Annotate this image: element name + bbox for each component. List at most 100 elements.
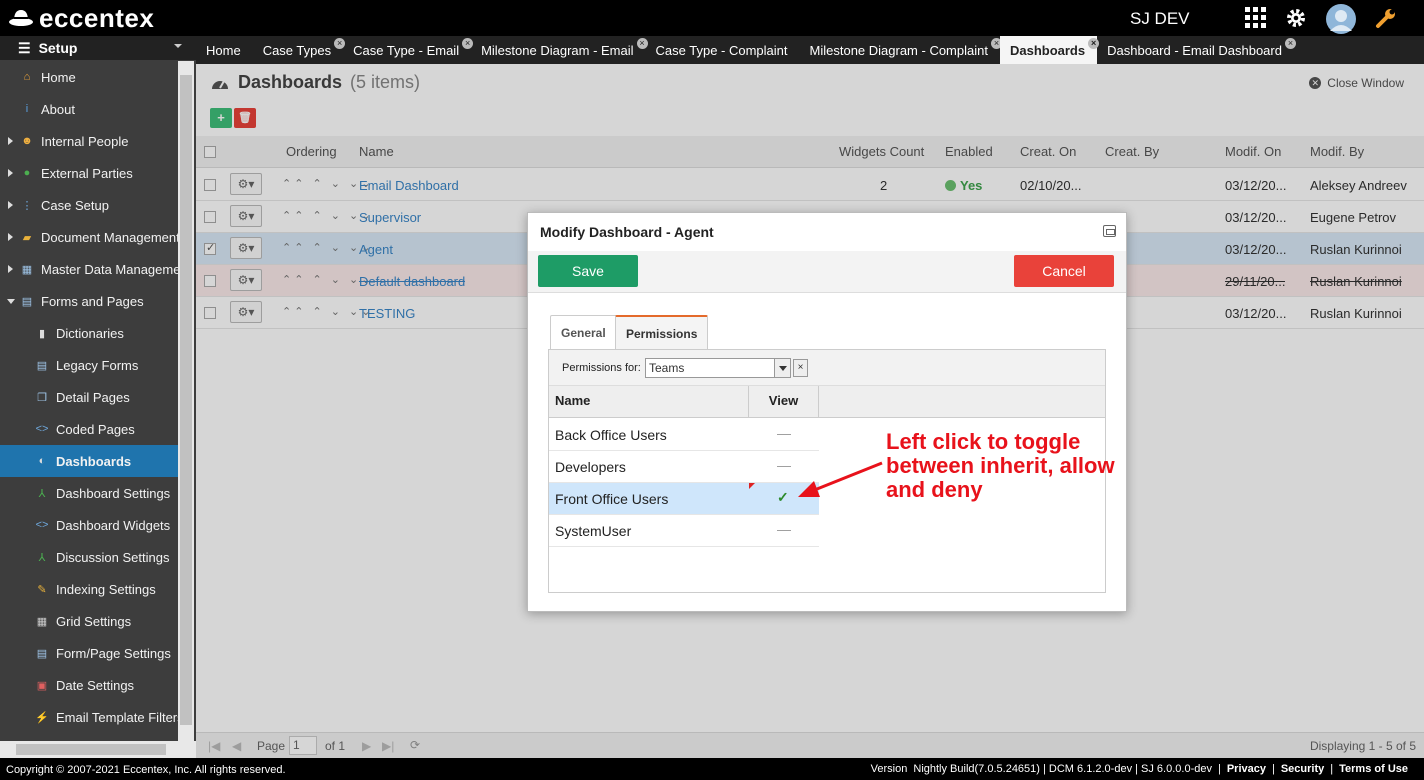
sidebar-item-master-data-management[interactable]: ▦ Master Data Management [0,253,178,285]
table-icon: ▦ [21,263,33,276]
sidebar-item-label: Legacy Forms [56,357,139,373]
clear-icon[interactable]: × [793,359,808,377]
tab-dashboards[interactable]: Dashboards × [999,36,1100,64]
tab-bar: Home Case Types × Case Type - Email × Milesto… [196,36,1424,64]
index-icon: ✎ [37,583,47,596]
chevron-down-icon[interactable] [774,359,790,377]
collapsed-arrow-icon[interactable] [8,201,13,209]
sidebar-item-dashboard-widgets[interactable]: <> Dashboard Widgets [0,509,178,541]
settings-tree-icon: ⅄ [38,551,46,564]
sidebar-item-dashboard-settings[interactable]: ⅄ Dashboard Settings [0,477,178,509]
sidebar-item-about[interactable]: i About [0,93,178,125]
form-icon: ▤ [36,647,48,660]
save-button[interactable]: Save [538,255,638,287]
user-name[interactable]: SJ DEV [1130,9,1190,29]
collapsed-arrow-icon[interactable] [8,265,13,273]
footer-divider: | [1271,763,1275,775]
sidebar-item-coded-pages[interactable]: <> Coded Pages [0,413,178,445]
apps-grid-icon[interactable] [1244,6,1268,30]
sidebar-item-home[interactable]: ⌂ Home [0,61,178,93]
tab-general[interactable]: General [550,315,617,349]
sidebar-item-case-setup[interactable]: ⋮ Case Setup [0,189,178,221]
tab-case-types[interactable]: Case Types × [253,36,346,64]
sidebar-item-label: Form/Page Settings [56,645,171,661]
chevron-down-icon[interactable] [174,44,182,48]
tab-milestone-diagram-email[interactable]: Milestone Diagram - Email × [471,36,648,64]
tab-milestone-diagram-complaint[interactable]: Milestone Diagram - Complaint × [800,36,1002,64]
sidebar-item-dashboards[interactable]: ◐ Dashboards [0,445,178,477]
maximize-icon[interactable] [1103,225,1116,237]
tab-case-type-email[interactable]: Case Type - Email × [343,36,474,64]
code-icon: <> [35,423,49,435]
sidebar-vertical-scrollbar[interactable] [178,61,194,741]
sidebar-item-internal-people[interactable]: ☻ Internal People [0,125,178,157]
sidebar-item-date-settings[interactable]: ▣ Date Settings [0,669,178,701]
view-permission-toggle[interactable]: — [777,457,791,473]
security-link[interactable]: Security [1281,763,1324,775]
perm-col-name[interactable]: Name [549,386,749,418]
sidebar-item-external-parties[interactable]: ● External Parties [0,157,178,189]
sidebar-item-detail-pages[interactable]: ❐ Detail Pages [0,381,178,413]
permission-row[interactable]: Back Office Users — [549,419,819,451]
tab-dashboard-email-dashboard[interactable]: Dashboard - Email Dashboard × [1097,36,1296,64]
info-icon: i [25,103,29,115]
collapsed-arrow-icon[interactable] [8,137,13,145]
menu-icon[interactable]: ☰ [18,40,31,57]
modify-dashboard-dialog: Modify Dashboard - Agent Save Cancel Gen… [527,212,1127,612]
terms-link[interactable]: Terms of Use [1339,763,1408,775]
scrollbar-thumb[interactable] [180,75,192,725]
logo[interactable]: eccentex [8,3,154,33]
collapsed-arrow-icon[interactable] [8,169,13,177]
permission-row[interactable]: SystemUser — [549,515,819,547]
wrench-icon[interactable] [1374,6,1398,30]
tab-case-type-complaint[interactable]: Case Type - Complaint [646,36,800,64]
view-permission-toggle[interactable]: — [777,521,791,537]
folder-icon: ▰ [22,231,32,244]
sidebar-item-label: About [41,101,75,117]
expanded-arrow-icon[interactable] [7,299,15,308]
permission-team-name: Back Office Users [555,427,667,443]
home-icon: ⌂ [23,71,31,83]
sidebar-item-label: Date Settings [56,677,135,693]
permissions-for-select[interactable]: Teams [645,358,791,378]
sidebar-item-label: Forms and Pages [41,293,144,309]
logo-text: eccentex [39,3,155,33]
tab-home[interactable]: Home [196,36,253,64]
sidebar-header[interactable]: ☰ Setup [0,36,196,60]
sidebar-item-document-management[interactable]: ▰ Document Management [0,221,178,253]
sidebar-horizontal-scrollbar[interactable] [0,741,196,758]
sidebar-item-legacy-forms[interactable]: ▤ Legacy Forms [0,349,178,381]
permission-row[interactable]: Developers — [549,451,819,483]
tab-close-icon[interactable]: × [1284,38,1296,49]
tab-permissions[interactable]: Permissions [615,315,709,349]
sidebar-item-label: Dashboard Widgets [56,517,171,533]
permissions-for-label: Permissions for: [562,362,641,374]
privacy-link[interactable]: Privacy [1227,763,1266,775]
tab-label: Milestone Diagram - Email [481,42,634,58]
view-permission-toggle[interactable]: ✓ [777,489,789,506]
sidebar-item-label: Internal People [41,133,129,149]
collapsed-arrow-icon[interactable] [8,233,13,241]
dialog-header: Modify Dashboard - Agent [528,213,1126,251]
sidebar: ☰ Setup ⌂ Home i About ☻ Internal People ● Exte… [0,36,196,758]
view-permission-toggle[interactable]: — [777,425,791,441]
sidebar-item-discussion-settings[interactable]: ⅄ Discussion Settings [0,541,178,573]
sidebar-item-label: Detail Pages [56,389,130,405]
sidebar-item-indexing-settings[interactable]: ✎ Indexing Settings [0,573,178,605]
perm-col-view[interactable]: View [749,386,819,418]
gear-icon[interactable] [1284,6,1308,30]
sidebar-item-forms-and-pages[interactable]: ▤ Forms and Pages [0,285,178,317]
tab-label: Dashboard - Email Dashboard [1107,42,1282,58]
scrollbar-thumb[interactable] [16,744,166,755]
avatar[interactable] [1326,4,1356,34]
permission-row[interactable]: Front Office Users ✓ [549,483,819,515]
sidebar-item-grid-settings[interactable]: ▦ Grid Settings [0,605,178,637]
sidebar-item-form-page-settings[interactable]: ▤ Form/Page Settings [0,637,178,669]
sidebar-item-label: Dashboards [56,453,132,469]
tab-label: Milestone Diagram - Complaint [809,42,988,58]
edited-marker-icon [749,483,755,489]
sidebar-item-dictionaries[interactable]: ▮ Dictionaries [0,317,178,349]
sidebar-item-email-template-filters[interactable]: ⚡ Email Template Filters [0,701,178,733]
footer-divider: | [1330,763,1334,775]
cancel-button[interactable]: Cancel [1014,255,1114,287]
